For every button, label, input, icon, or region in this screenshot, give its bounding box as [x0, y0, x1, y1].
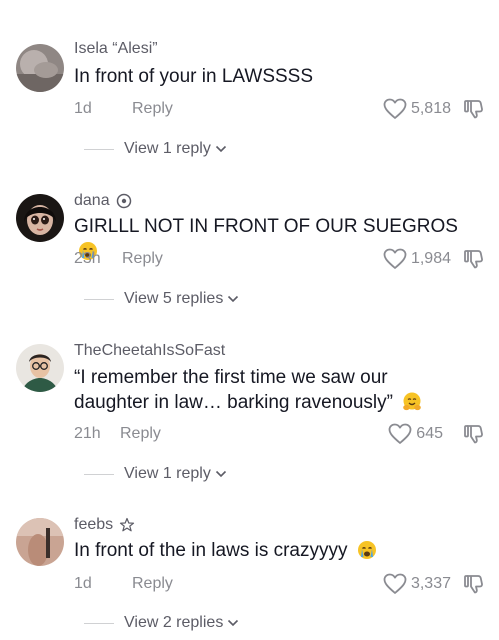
chevron-down-icon [227, 619, 239, 627]
comment-text: “I remember the first time we saw our da… [74, 365, 434, 415]
divider [84, 298, 114, 300]
divider [84, 622, 114, 624]
user-avatar-photo [16, 518, 64, 566]
like-control[interactable]: 5,818 [383, 98, 451, 120]
view-replies-button[interactable]: View 2 replies [84, 612, 239, 634]
like-control[interactable]: 3,337 [383, 573, 451, 595]
chevron-down-icon [215, 145, 227, 153]
like-control[interactable]: 645 [388, 423, 443, 445]
like-count: 5,818 [410, 100, 451, 117]
dislike-icon[interactable] [463, 248, 485, 270]
like-count: 1,984 [410, 250, 451, 267]
comment-meta: 23h Reply 1,984 [74, 248, 485, 270]
user-avatar-photo [16, 44, 64, 92]
comment-username[interactable]: Isela “Alesi” [74, 40, 158, 58]
dislike-icon[interactable] [463, 98, 485, 120]
hugging-face-emoji [402, 392, 422, 412]
like-count: 3,337 [410, 575, 451, 592]
chevron-down-icon [227, 295, 239, 303]
comment-username[interactable]: dana [74, 192, 132, 210]
view-replies-button[interactable]: View 1 reply [84, 463, 227, 485]
reply-button[interactable]: Reply [132, 100, 173, 118]
dislike-icon[interactable] [463, 573, 485, 595]
view-replies-button[interactable]: View 5 replies [84, 288, 239, 310]
comment-username[interactable]: TheCheetahIsSoFast [74, 342, 225, 360]
heart-icon[interactable] [383, 98, 407, 120]
dislike-icon[interactable] [463, 423, 485, 445]
comment-text: In front of your in LAWSSSS [74, 66, 314, 87]
comment-username[interactable]: feebs [74, 516, 135, 534]
comment-meta: 1d Reply 3,337 [74, 573, 485, 595]
doll-avatar-photo [16, 194, 64, 242]
crying-face-emoji [357, 540, 377, 560]
star-icon [119, 517, 135, 533]
like-count: 645 [416, 425, 443, 442]
heart-icon[interactable] [383, 248, 407, 270]
divider [84, 148, 114, 150]
heart-icon[interactable] [388, 423, 412, 445]
chevron-down-icon [215, 470, 227, 478]
avatar[interactable] [16, 344, 64, 392]
reply-button[interactable]: Reply [132, 575, 173, 593]
cartoon-avatar-photo [16, 344, 64, 392]
divider [84, 473, 114, 475]
reply-button[interactable]: Reply [120, 425, 161, 443]
verified-gear-icon [116, 193, 132, 209]
comment-time: 23h [74, 250, 101, 267]
comment-meta: 1d Reply 5,818 [74, 98, 485, 120]
heart-icon[interactable] [383, 573, 407, 595]
comment-text: In front of the in laws is crazyyyy [74, 538, 474, 563]
avatar[interactable] [16, 44, 64, 92]
avatar[interactable] [16, 518, 64, 566]
reply-button[interactable]: Reply [122, 250, 163, 268]
avatar[interactable] [16, 194, 64, 242]
like-control[interactable]: 1,984 [383, 248, 451, 270]
comment-time: 1d [74, 100, 92, 117]
comment-meta: 21h Reply 645 [74, 423, 485, 445]
comment-time: 21h [74, 425, 101, 442]
view-replies-button[interactable]: View 1 reply [84, 138, 227, 160]
comment-time: 1d [74, 575, 92, 592]
